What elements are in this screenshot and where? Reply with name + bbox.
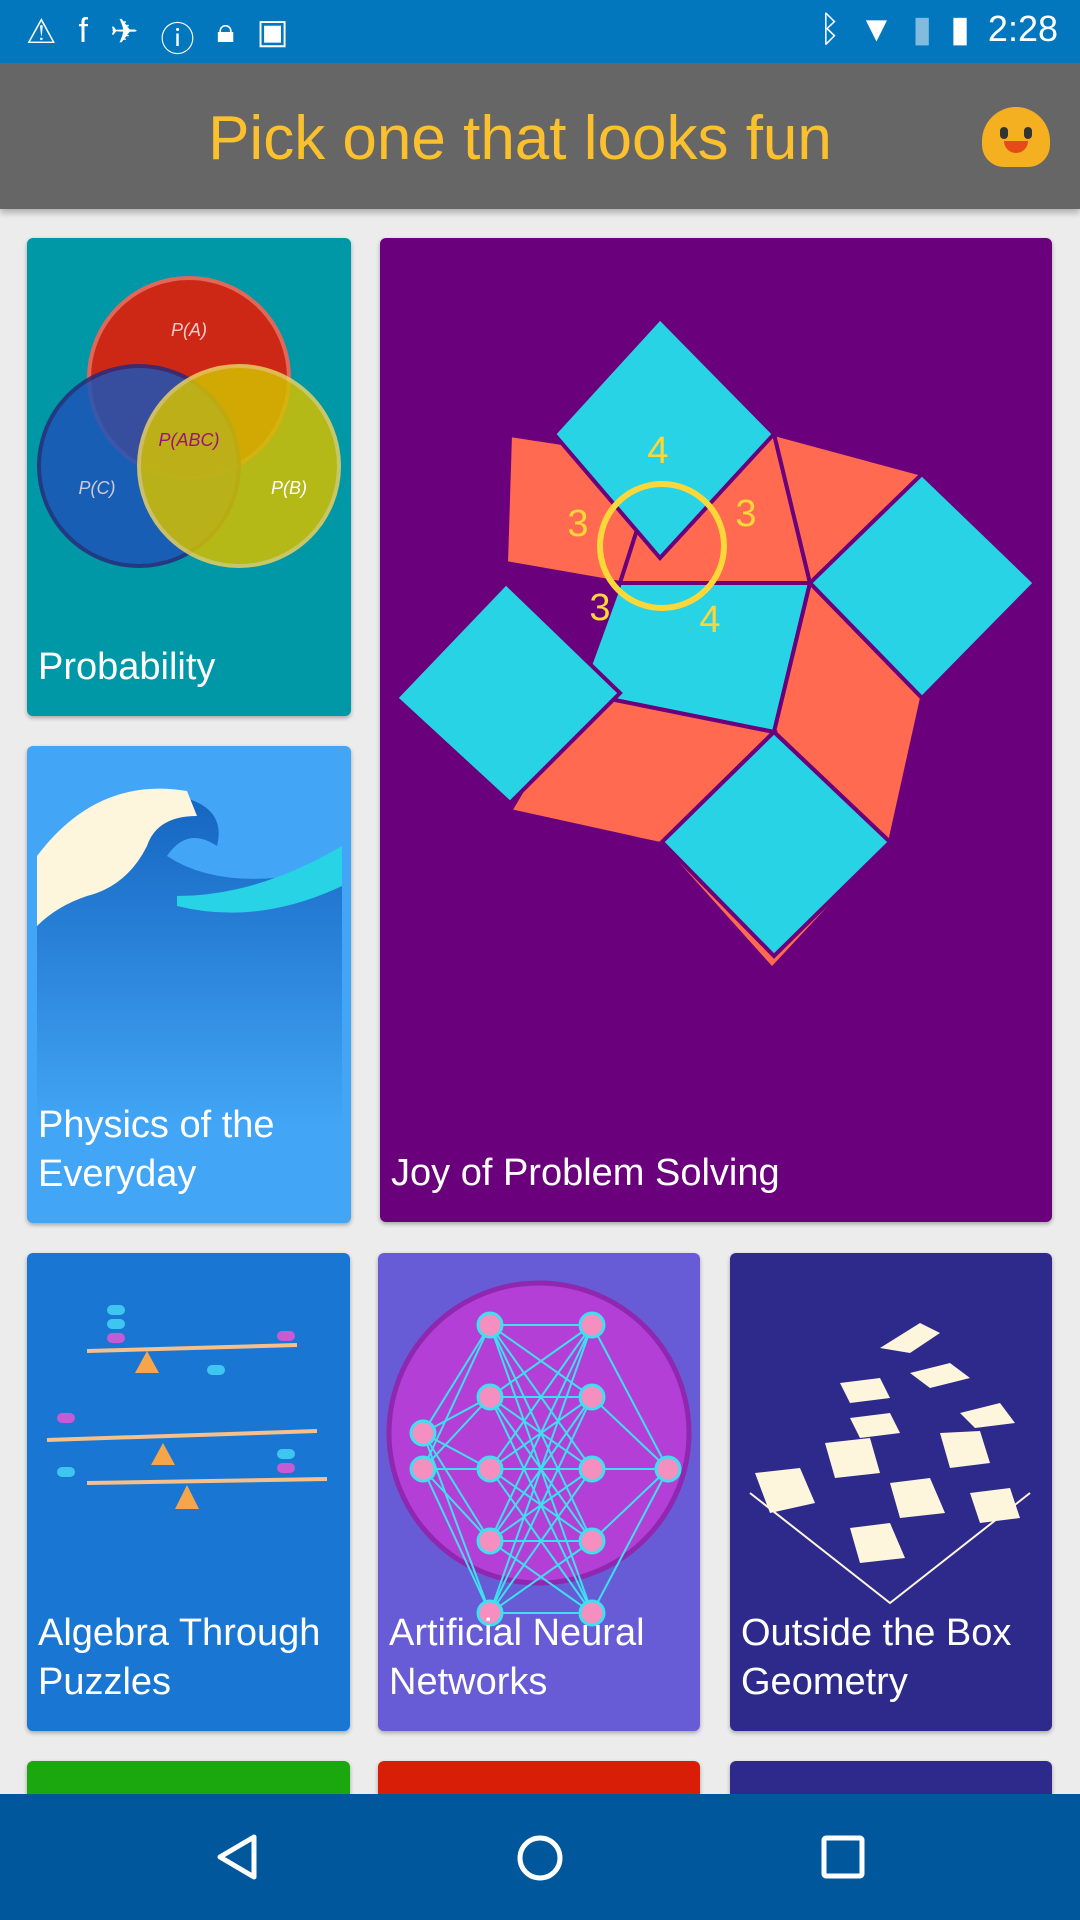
course-title: Joy of Problem Solving [391, 1152, 780, 1194]
recents-icon[interactable] [820, 1834, 866, 1885]
course-card-probability[interactable]: P(A) P(B) P(C) P(ABC) Probability [27, 238, 351, 716]
course-title: Algebra Through Puzzles [38, 1612, 321, 1703]
brain-network-illustration [386, 1280, 692, 1627]
course-title: Outside the Box Geometry [741, 1612, 1012, 1703]
course-card-artificial-neural-networks[interactable]: Artificial Neural Networks [378, 1253, 700, 1731]
page-title: Pick one that looks fun [208, 104, 832, 173]
network-node [476, 1527, 504, 1555]
course-title: Artificial Neural Networks [389, 1612, 645, 1703]
number-label: 4 [699, 599, 720, 641]
escher-birds-illustration [749, 1323, 1031, 1605]
fake-gps-icon: ✈ [109, 13, 139, 51]
venn-label-a: P(A) [171, 320, 207, 340]
battery-charging-icon: ▮ [950, 8, 970, 49]
info-icon: ⓘ [160, 21, 195, 59]
venn-label-b: P(B) [271, 478, 307, 498]
venn-label-c: P(C) [79, 478, 116, 498]
app-bar: Pick one that looks fun [0, 63, 1080, 209]
network-node [578, 1527, 606, 1555]
network-node [409, 1455, 437, 1483]
network-node [476, 1383, 504, 1411]
balance-illustration [46, 1305, 328, 1509]
wifi-icon: ▼ [858, 8, 895, 49]
course-card-physics-of-the-everyday[interactable]: Physics of the Everyday [27, 746, 351, 1223]
number-label: 3 [735, 493, 756, 535]
network-node [578, 1383, 606, 1411]
bluetooth-icon: ᛒ [819, 8, 841, 49]
venn-illustration: P(A) P(B) P(C) P(ABC) [37, 276, 341, 568]
home-icon[interactable] [516, 1834, 564, 1887]
facebook-icon: f [78, 12, 88, 50]
smiley-icon[interactable] [982, 107, 1050, 167]
network-node [578, 1311, 606, 1339]
android-icon: ▣ [256, 13, 289, 51]
course-title: Physics of the Everyday [38, 1104, 275, 1195]
number-label: 4 [647, 430, 668, 472]
course-card-joy-of-problem-solving[interactable]: 4 3 3 3 4 Joy of Problem Solving [380, 238, 1052, 1222]
clock: 2:28 [987, 8, 1058, 49]
course-card-algebra-through-puzzles[interactable]: Algebra Through Puzzles [27, 1253, 350, 1731]
tiling-illustration: 4 3 3 3 4 [393, 315, 1038, 972]
status-bar: ⚠ f ✈ ⓘ 🔒︎ ▣ ᛒ ▼ ▮ ▮ 2:28 [0, 0, 1080, 63]
network-node [476, 1311, 504, 1339]
wave-illustration [37, 788, 342, 1126]
network-node [409, 1419, 437, 1447]
network-node [654, 1455, 682, 1483]
navigation-bar [0, 1794, 1080, 1920]
warning-icon: ⚠ [26, 13, 57, 51]
network-node [476, 1455, 504, 1483]
no-sim-icon: ▮ [912, 8, 933, 49]
network-node [578, 1455, 606, 1483]
venn-label-abc: P(ABC) [158, 430, 219, 450]
number-label: 3 [567, 503, 588, 545]
lock-icon: 🔒︎ [216, 12, 235, 50]
back-icon[interactable] [214, 1834, 260, 1885]
course-title: Probability [38, 646, 216, 688]
course-card-outside-the-box-geometry[interactable]: Outside the Box Geometry [730, 1253, 1052, 1731]
number-label: 3 [589, 587, 610, 629]
